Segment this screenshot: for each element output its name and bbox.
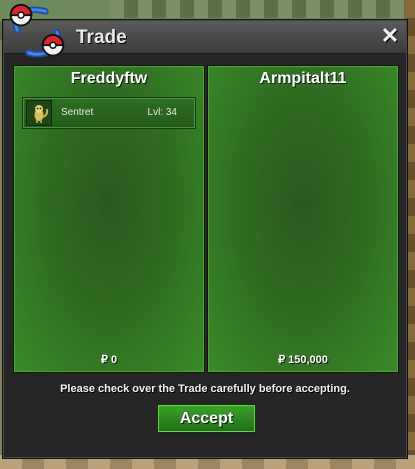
own-offer-panel: Freddyftw Sentret Lvl: 34 ₽ 0 [13, 65, 205, 373]
partner-money-offer: ₽ 150,000 [278, 354, 328, 366]
trade-item-row[interactable]: Sentret Lvl: 34 [22, 97, 196, 129]
own-player-name: Freddyftw [70, 70, 148, 87]
own-money-offer: ₽ 0 [100, 354, 118, 366]
close-icon: ✕ [380, 23, 400, 48]
sentret-sprite-icon [26, 100, 52, 126]
item-level: Lvl: 34 [147, 107, 177, 118]
trade-window: Trade ✕ Freddyftw Sentret Lvl: 34 ₽ 0 Ar… [3, 20, 407, 458]
trade-pokeball-logo-icon [9, 3, 65, 58]
window-title: Trade [76, 27, 127, 48]
partner-player-name: Armpitalt11 [259, 70, 347, 87]
item-name: Sentret [61, 107, 94, 118]
world-fence-top [110, 0, 415, 18]
trade-notice: Please check over the Trade carefully be… [60, 383, 350, 395]
close-button[interactable]: ✕ [380, 25, 400, 47]
partner-offer-panel: Armpitalt11 ₽ 150,000 [207, 65, 399, 373]
accept-button[interactable]: Accept [157, 404, 256, 433]
